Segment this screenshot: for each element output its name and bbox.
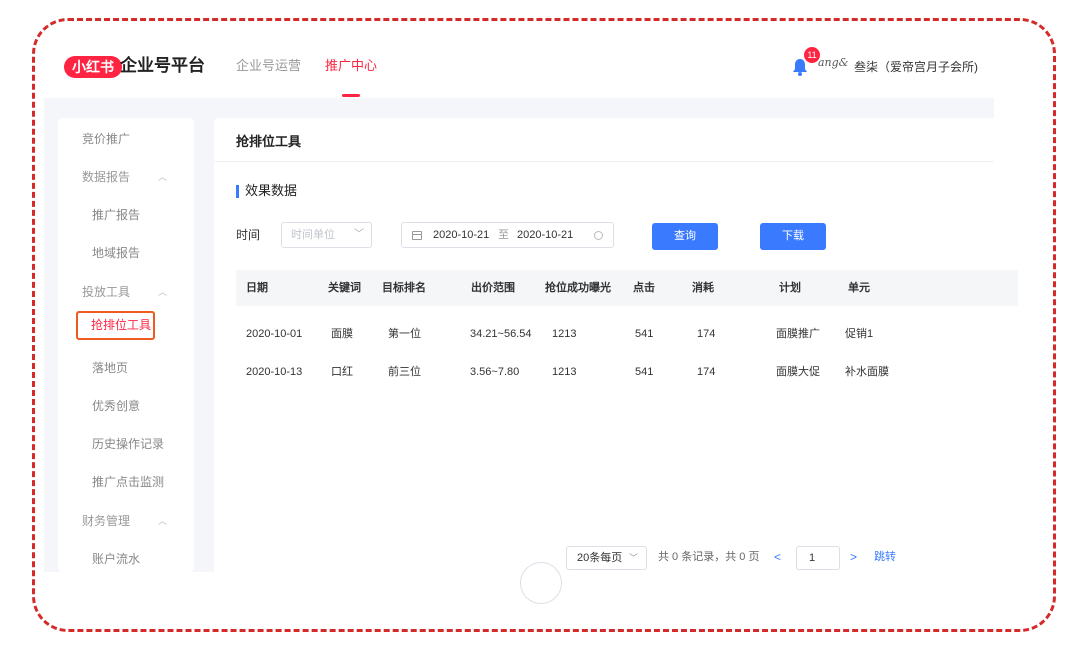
column-header: 消耗 (692, 282, 714, 294)
table-cell: 促销1 (845, 328, 874, 340)
chevron-down-icon: ﹀ (629, 553, 639, 563)
sidebar-item-click-monitor[interactable]: 推广点击监测 (92, 473, 164, 491)
sidebar-item-region-report[interactable]: 地域报告 (92, 244, 140, 262)
pagination: 20条每页 ﹀ 共 0 条记录，共 0 页 < 1 > 跳转 (214, 544, 994, 604)
table-cell: 1213 (552, 366, 577, 378)
column-header: 目标排名 (382, 282, 426, 294)
platform-name: 企业号平台 (120, 56, 205, 75)
table-cell: 174 (697, 366, 716, 378)
table-cell: 面膜推广 (776, 328, 820, 340)
scroll-to-top-button[interactable] (520, 562, 562, 604)
chevron-up-icon: ︿ (158, 287, 168, 297)
sidebar-group-finance[interactable]: 财务管理 (82, 512, 130, 530)
column-header: 日期 (246, 282, 268, 294)
page-title: 抢排位工具 (236, 134, 302, 149)
clear-icon[interactable] (594, 231, 603, 240)
section-title: 效果数据 (245, 183, 298, 198)
sidebar-item-history[interactable]: 历史操作记录 (92, 435, 164, 453)
table-cell: 前三位 (388, 366, 421, 378)
chevron-down-icon: ﹀ (354, 229, 364, 240)
page-number-input[interactable]: 1 (796, 546, 840, 570)
user-account-name[interactable]: 叁柒（爱帝宫月子会所) (854, 58, 978, 76)
sidebar-group-tools[interactable]: 投放工具 (82, 283, 130, 301)
merchant-logo: ang& (818, 56, 849, 69)
column-header: 关键词 (328, 282, 361, 294)
page-size-value: 20条每页 (577, 552, 623, 564)
sidebar-item-creatives[interactable]: 优秀创意 (92, 397, 140, 415)
pagination-total: 共 0 条记录，共 0 页 (658, 551, 760, 563)
sidebar-item-promo-report[interactable]: 推广报告 (92, 206, 140, 224)
sidebar-item-rank-tool[interactable]: 抢排位工具 (76, 311, 155, 340)
calendar-icon (412, 231, 422, 240)
top-nav: 企业号运营 推广中心 (236, 56, 401, 97)
nav-enterprise-ops[interactable]: 企业号运营 (236, 56, 301, 76)
table-cell: 34.21~56.54 (470, 328, 532, 340)
table-row: 2020-10-13 口红 前三位 3.56~7.80 1213 541 174… (236, 356, 994, 388)
download-button[interactable]: 下载 (760, 223, 826, 250)
table-cell: 口红 (331, 366, 353, 378)
top-header: 小红书 企业号平台 企业号运营 推广中心 11 ang& 叁柒（爱帝宫月子会所) (58, 40, 994, 98)
chevron-up-icon: ︿ (158, 172, 168, 182)
chevron-left-icon[interactable]: < (774, 548, 781, 566)
query-button[interactable]: 查询 (652, 223, 718, 250)
table-cell: 541 (635, 366, 654, 378)
table-cell: 3.56~7.80 (470, 366, 520, 378)
table-cell: 2020-10-01 (246, 328, 303, 340)
date-separator: 至 (498, 229, 509, 241)
table-cell: 第一位 (388, 328, 421, 340)
divider (214, 161, 994, 162)
table-cell: 541 (635, 328, 654, 340)
sidebar-group-data-report[interactable]: 数据报告 (82, 168, 130, 186)
nav-promotion-center[interactable]: 推广中心 (325, 56, 377, 97)
column-header: 抢位成功曝光 (545, 282, 611, 294)
sidebar: 竞价推广 数据报告 ︿ 推广报告 地域报告 投放工具 ︿ 抢排位工具 落地页 优… (58, 118, 194, 572)
page-size-select[interactable]: 20条每页 ﹀ (566, 546, 647, 570)
xiaohongshu-logo: 小红书 (64, 56, 122, 78)
table-cell: 174 (697, 328, 716, 340)
chevron-up-icon: ︿ (158, 516, 168, 526)
time-unit-placeholder: 时间单位 (291, 229, 335, 241)
column-header: 出价范围 (471, 282, 515, 294)
date-start: 2020-10-21 (433, 229, 490, 241)
table-cell: 1213 (552, 328, 577, 340)
main-panel: 抢排位工具 效果数据 时间 时间单位 ﹀ 2020-10-21 至 2020-1… (214, 118, 1018, 604)
sidebar-item-account-flow[interactable]: 账户流水 (92, 550, 140, 568)
column-header: 点击 (633, 282, 655, 294)
table-cell: 面膜 (331, 328, 353, 340)
table-cell: 补水面膜 (845, 366, 889, 378)
chevron-right-icon[interactable]: > (850, 548, 857, 566)
date-range-picker[interactable]: 2020-10-21 至 2020-10-21 (401, 222, 614, 248)
table-header: 日期 关键词 目标排名 出价范围 抢位成功曝光 点击 消耗 计划 单元 (236, 270, 1018, 306)
sidebar-item-bidding[interactable]: 竞价推广 (82, 130, 130, 148)
time-label: 时间 (236, 228, 261, 242)
sidebar-item-landing-page[interactable]: 落地页 (92, 359, 128, 377)
jump-link[interactable]: 跳转 (874, 549, 896, 565)
time-unit-select[interactable]: 时间单位 ﹀ (281, 222, 372, 248)
column-header: 单元 (848, 282, 870, 294)
section-accent-bar (236, 185, 239, 198)
date-end: 2020-10-21 (517, 229, 574, 241)
column-header: 计划 (779, 282, 801, 294)
table-cell: 面膜大促 (776, 366, 820, 378)
table-row: 2020-10-01 面膜 第一位 34.21~56.54 1213 541 1… (236, 318, 994, 350)
table-cell: 2020-10-13 (246, 366, 303, 378)
